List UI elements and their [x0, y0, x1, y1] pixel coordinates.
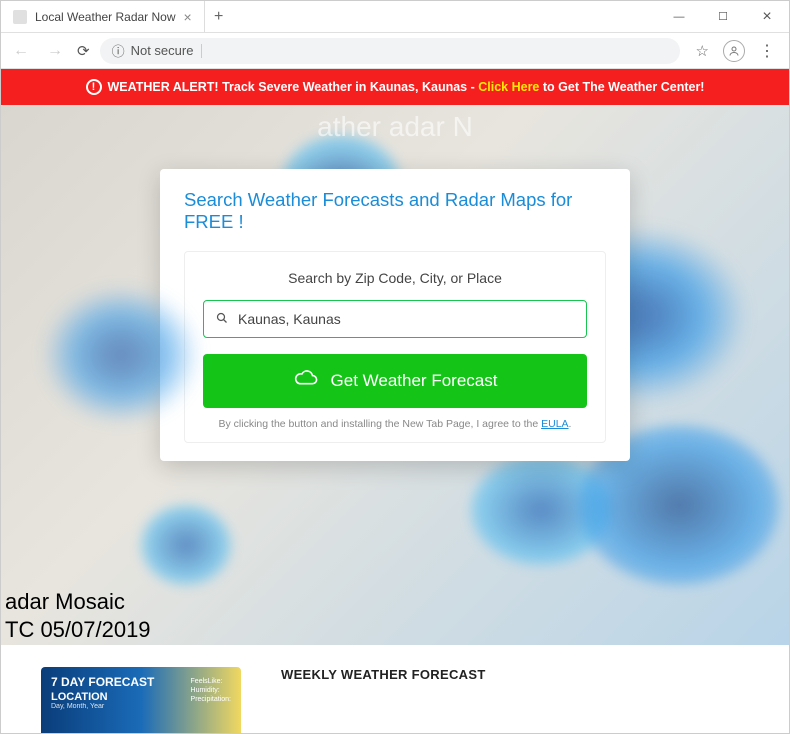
background-site-title: ather adar N [317, 111, 473, 143]
tab-title: Local Weather Radar Now [35, 10, 176, 24]
alert-link[interactable]: Click Here [478, 80, 539, 94]
search-card: Search Weather Forecasts and Radar Maps … [160, 169, 630, 461]
favicon-icon [13, 10, 27, 24]
promo-stats: FeelsLike: Humidity: Precipitation: [191, 677, 231, 704]
new-tab-button[interactable]: + [205, 1, 233, 32]
browser-toolbar: ← → ⟳ ⓘ Not secure ☆ ⋮ [1, 33, 789, 69]
weather-alert-banner: ! WEATHER ALERT! Track Severe Weather in… [1, 69, 789, 105]
eula-link[interactable]: EULA [541, 418, 568, 430]
security-label: Not secure [131, 43, 194, 58]
window-close-button[interactable]: × [745, 1, 789, 32]
card-heading: Search Weather Forecasts and Radar Maps … [184, 189, 606, 233]
alert-suffix: to Get The Weather Center! [543, 80, 705, 94]
search-instruction: Search by Zip Code, City, or Place [203, 270, 587, 286]
search-box[interactable] [203, 300, 587, 338]
location-input[interactable] [238, 311, 574, 327]
window-controls: — ☐ × [657, 1, 789, 32]
radar-map-background: ather adar N Search Weather Forecasts an… [1, 105, 789, 645]
alert-text: Track Severe Weather in Kaunas, Kaunas - [222, 80, 475, 94]
cloud-icon [293, 368, 319, 394]
legal-text: By clicking the button and installing th… [203, 418, 587, 430]
weekly-forecast-column: WEEKLY WEATHER FORECAST [281, 667, 486, 682]
address-bar[interactable]: ⓘ Not secure [100, 38, 680, 64]
maximize-button[interactable]: ☐ [701, 1, 745, 32]
titlebar: Local Weather Radar Now × + — ☐ × [1, 1, 789, 33]
forward-button[interactable]: → [43, 38, 67, 64]
minimize-button[interactable]: — [657, 1, 701, 32]
alert-icon: ! [86, 79, 102, 95]
radar-source-label: adar Mosaic TC 05/07/2019 [5, 588, 151, 645]
search-icon [216, 312, 228, 327]
browser-window: Local Weather Radar Now × + — ☐ × ← → ⟳ … [0, 0, 790, 734]
forecast-promo-card[interactable]: 7 DAY FORECAST LOCATION Day, Month, Year… [41, 667, 241, 733]
security-indicator[interactable]: ⓘ Not secure [112, 41, 194, 60]
tab-close-icon[interactable]: × [184, 9, 192, 25]
kebab-menu-icon[interactable]: ⋮ [759, 41, 775, 61]
back-button[interactable]: ← [9, 38, 33, 64]
bookmark-star-icon[interactable]: ☆ [696, 42, 709, 60]
separator [201, 44, 202, 58]
below-fold-section: 7 DAY FORECAST LOCATION Day, Month, Year… [1, 645, 789, 733]
profile-button[interactable] [723, 40, 745, 62]
search-area: Search by Zip Code, City, or Place Get W… [184, 251, 606, 443]
browser-tab[interactable]: Local Weather Radar Now × [1, 1, 205, 32]
weekly-forecast-heading: WEEKLY WEATHER FORECAST [281, 667, 486, 682]
reload-button[interactable]: ⟳ [77, 42, 90, 60]
cta-label: Get Weather Forecast [331, 371, 498, 391]
get-forecast-button[interactable]: Get Weather Forecast [203, 354, 587, 408]
info-icon: ⓘ [112, 41, 125, 60]
page-viewport: ! WEATHER ALERT! Track Severe Weather in… [1, 69, 789, 733]
alert-prefix: WEATHER ALERT! [108, 80, 219, 94]
